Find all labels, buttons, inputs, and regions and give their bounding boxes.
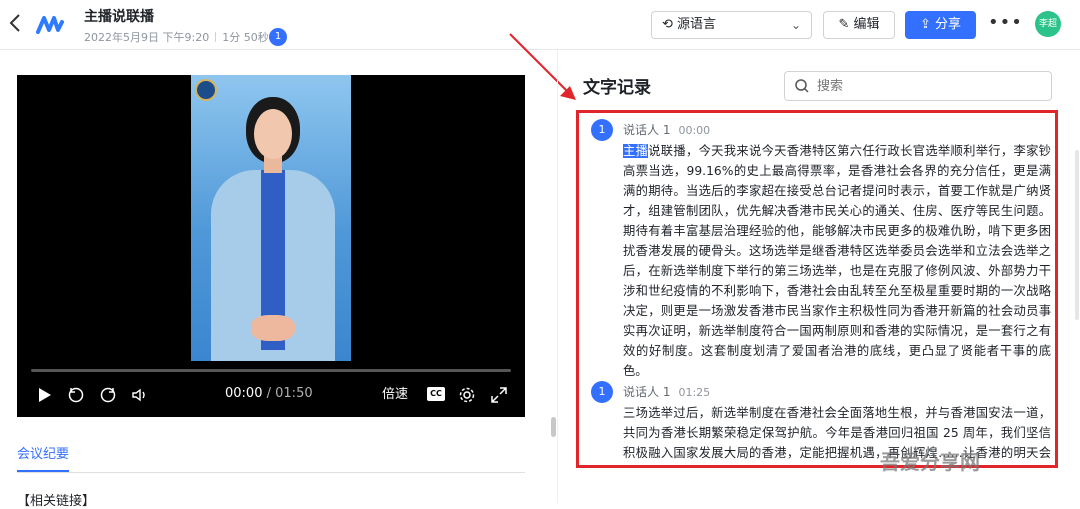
speaker-name[interactable]: 说话人 1 bbox=[623, 385, 670, 399]
video-player[interactable]: 00:00 / 01:50 倍速 CC bbox=[17, 75, 525, 417]
segment-timestamp[interactable]: 01:25 bbox=[678, 386, 710, 399]
time-separator: / bbox=[266, 386, 271, 401]
tab-underline bbox=[17, 470, 69, 472]
rewind-15-icon[interactable] bbox=[67, 386, 85, 404]
panel-resize-handle[interactable] bbox=[551, 417, 556, 437]
total-time: 01:50 bbox=[275, 386, 313, 401]
scrollbar[interactable] bbox=[1075, 150, 1079, 320]
edit-button[interactable]: ✎ 编辑 bbox=[823, 11, 895, 39]
fullscreen-icon[interactable] bbox=[490, 386, 508, 404]
speaker-name[interactable]: 说话人 1 bbox=[623, 123, 670, 137]
forward-15-icon[interactable] bbox=[99, 386, 117, 404]
page-title: 主播说联播 bbox=[84, 9, 154, 25]
share-button[interactable]: ⇪ 分享 bbox=[905, 11, 976, 39]
app-logo-icon bbox=[36, 12, 64, 38]
transcript-list: 1 说话人 1 00:00 主播说联播，今天我来说今天香港特区第六任行政长官选举顺… bbox=[576, 110, 1058, 468]
play-icon[interactable] bbox=[35, 386, 53, 404]
chevron-down-icon: ⌄ bbox=[790, 18, 801, 32]
language-select[interactable]: ⟲ 源语言 ⌄ bbox=[651, 11, 812, 39]
search-input[interactable] bbox=[784, 71, 1052, 101]
captions-icon[interactable]: CC bbox=[427, 387, 445, 401]
video-frame bbox=[191, 75, 351, 361]
links-header: 【相关链接】 bbox=[17, 494, 96, 509]
volume-icon[interactable] bbox=[131, 386, 149, 404]
meeting-meta: 2022年5月9日 下午9:20 1分 50秒 bbox=[84, 29, 269, 45]
speaker-badge: 1 bbox=[591, 381, 613, 403]
edit-button-label: 编辑 bbox=[853, 17, 880, 32]
speaker-badge: 1 bbox=[591, 119, 613, 141]
avatar[interactable]: 李超 bbox=[1035, 11, 1061, 37]
progress-bar[interactable] bbox=[31, 369, 511, 372]
current-time: 00:00 bbox=[225, 386, 263, 401]
meeting-date: 2022年5月9日 下午9:20 bbox=[84, 31, 210, 44]
translate-icon: ⟲ bbox=[662, 17, 673, 32]
tab-bar: 会议纪要 bbox=[17, 443, 525, 473]
segment-timestamp[interactable]: 00:00 bbox=[678, 124, 710, 137]
participants-badge[interactable]: 1 bbox=[269, 28, 287, 46]
highlighted-word: 主播 bbox=[623, 144, 649, 158]
segment-text[interactable]: 主播说联播，今天我来说今天香港特区第六任行政长官选举顺利举行，李家钞高票当选，9… bbox=[623, 141, 1051, 381]
gear-icon[interactable] bbox=[458, 386, 476, 404]
panel-divider bbox=[557, 50, 558, 503]
search-icon bbox=[794, 78, 810, 94]
station-logo-icon bbox=[195, 79, 217, 101]
tab-meeting-minutes[interactable]: 会议纪要 bbox=[17, 443, 69, 462]
segment-text[interactable]: 三场选举过后，新选举制度在香港社会全面落地生根，并与香港国安法一道，共同为香港长… bbox=[623, 403, 1051, 465]
more-icon[interactable]: ••• bbox=[988, 12, 1023, 33]
share-icon: ⇪ bbox=[919, 17, 931, 32]
segment-body: 说联播，今天我来说今天香港特区第六任行政长官选举顺利举行，李家钞高票当选，99.… bbox=[623, 144, 1051, 378]
pencil-icon: ✎ bbox=[838, 17, 850, 32]
transcript-title: 文字记录 bbox=[583, 78, 651, 98]
watermark: 吾爱分享网 bbox=[880, 450, 980, 474]
meeting-duration: 1分 50秒 bbox=[222, 31, 269, 44]
language-select-label: 源语言 bbox=[677, 17, 717, 32]
speed-button[interactable]: 倍速 bbox=[382, 385, 408, 405]
share-button-label: 分享 bbox=[935, 17, 962, 32]
chevron-left-icon[interactable] bbox=[8, 12, 28, 38]
time-display: 00:00 / 01:50 bbox=[225, 386, 313, 401]
